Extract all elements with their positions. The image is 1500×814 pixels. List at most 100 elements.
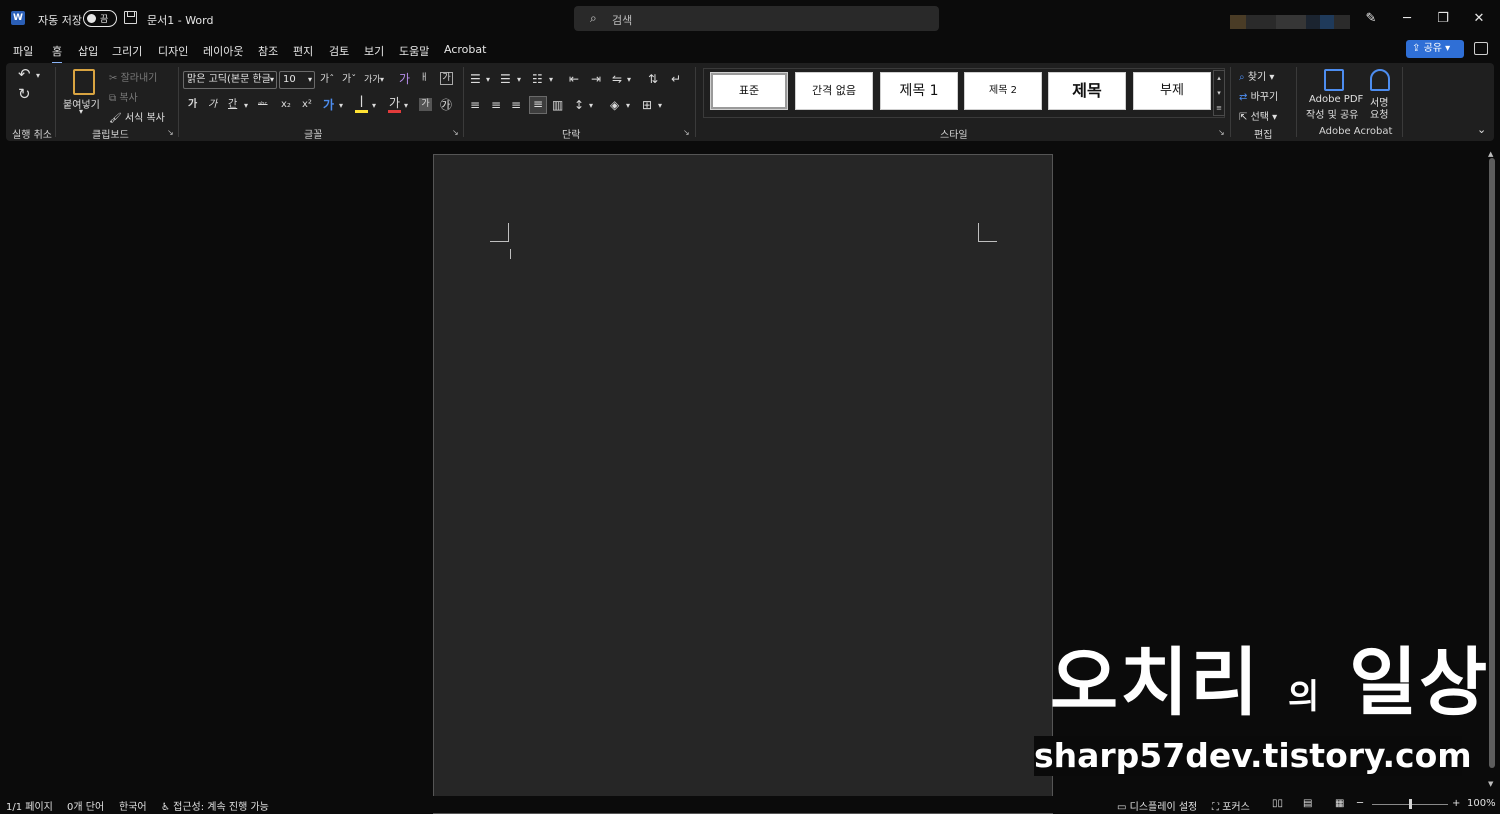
multilevel-list-icon[interactable]: ☷ <box>532 72 543 86</box>
style-heading-1[interactable]: 제목 1 <box>880 72 958 110</box>
select-button[interactable]: ⇱ 선택 ▾ <box>1239 108 1277 123</box>
align-center-icon[interactable]: ≡ <box>491 98 501 112</box>
tab-file[interactable]: 파일 <box>13 43 33 59</box>
chevron-down-icon[interactable]: ▾ <box>339 99 343 113</box>
zoom-in-button[interactable]: + <box>1452 798 1460 809</box>
phonetic-guide-icon[interactable]: ㅐ <box>420 71 428 85</box>
line-spacing-icon[interactable]: ↕ <box>574 98 584 112</box>
asian-layout-icon[interactable]: ⇋ <box>612 72 622 86</box>
borders-icon[interactable]: ⊞ <box>642 98 652 112</box>
numbering-icon[interactable]: ☰ <box>500 72 511 86</box>
sort-icon[interactable]: ⇅ <box>648 72 658 86</box>
page-count[interactable]: 1/1 페이지 <box>6 798 53 813</box>
distributed-icon[interactable]: ▥ <box>552 98 563 112</box>
enclose-chars-icon[interactable]: ㉮ <box>440 98 452 112</box>
chevron-down-icon[interactable]: ▾ <box>626 99 630 113</box>
tab-insert[interactable]: 삽입 <box>78 43 98 59</box>
word-count[interactable]: 0개 단어 <box>67 798 104 813</box>
align-right-icon[interactable]: ≡ <box>511 98 521 112</box>
clipboard-launcher-icon[interactable]: ↘ <box>167 128 174 137</box>
chevron-down-icon[interactable]: ▾ <box>372 99 376 113</box>
strikethrough-icon[interactable]: ᵃᵇᶜ <box>258 98 268 112</box>
create-pdf-icon[interactable] <box>1324 69 1344 91</box>
copy-button[interactable]: ⧉ 복사 <box>109 89 138 104</box>
web-layout-icon[interactable]: ▦ <box>1335 798 1344 809</box>
scrollbar-thumb[interactable] <box>1489 158 1495 768</box>
collapse-ribbon-icon[interactable]: ⌄ <box>1477 123 1486 136</box>
read-mode-icon[interactable]: ▯▯ <box>1272 798 1283 809</box>
chevron-down-icon[interactable]: ▾ <box>486 73 490 87</box>
style-heading-2[interactable]: 제목 2 <box>964 72 1042 110</box>
autosave-toggle[interactable]: 끔 <box>83 10 117 27</box>
minimize-button[interactable]: ─ <box>1392 8 1422 30</box>
tab-references[interactable]: 참조 <box>258 43 278 59</box>
paste-dropdown-icon[interactable]: ▾ <box>79 107 83 116</box>
font-name-combo[interactable]: 맑은 고딕(본문 한글 ▾ <box>183 71 277 89</box>
pen-icon[interactable]: ✎ <box>1356 8 1386 30</box>
bold-icon[interactable]: 가 <box>188 98 197 112</box>
change-case-icon[interactable]: 가가 <box>364 73 381 87</box>
chevron-down-icon[interactable]: ▾ <box>627 73 631 87</box>
align-left-icon[interactable]: ≡ <box>470 98 480 112</box>
tab-home[interactable]: 홈 <box>52 43 63 64</box>
redo-icon[interactable]: ↻ <box>18 87 31 102</box>
request-signature-icon[interactable] <box>1370 69 1390 91</box>
shrink-font-icon[interactable]: 가ˇ <box>342 73 356 87</box>
chevron-down-icon[interactable]: ▾ <box>380 73 384 87</box>
create-pdf-label-1[interactable]: Adobe PDF <box>1309 94 1363 105</box>
undo-icon[interactable]: ↶ <box>18 67 31 82</box>
share-button[interactable]: ⇪ 공유 ▾ <box>1406 40 1464 58</box>
tab-view[interactable]: 보기 <box>364 43 384 59</box>
increase-indent-icon[interactable]: ⇥ <box>591 72 601 86</box>
undo-dropdown-icon[interactable]: ▾ <box>36 69 40 83</box>
chevron-down-icon[interactable]: ▾ <box>549 73 553 87</box>
clear-format-icon[interactable]: 가 <box>399 72 410 86</box>
font-launcher-icon[interactable]: ↘ <box>452 128 459 137</box>
document-page[interactable] <box>433 154 1053 814</box>
scroll-down-icon[interactable]: ▼ <box>1488 780 1493 788</box>
style-no-spacing[interactable]: 간격 없음 <box>795 72 873 110</box>
char-shading-icon[interactable]: 가 <box>419 98 432 111</box>
sign-label-2[interactable]: 요청 <box>1370 106 1388 121</box>
tab-layout[interactable]: 레이아웃 <box>203 43 243 59</box>
paragraph-launcher-icon[interactable]: ↘ <box>683 128 690 137</box>
create-pdf-label-2[interactable]: 작성 및 공유 <box>1306 106 1358 121</box>
chevron-down-icon[interactable]: ▾ <box>244 99 248 113</box>
chevron-down-icon[interactable]: ▾ <box>658 99 662 113</box>
styles-scroll[interactable]: ▴ ▾ ≡ <box>1213 70 1225 116</box>
tab-mailings[interactable]: 편지 <box>293 43 313 59</box>
accessibility-status[interactable]: ♿ 접근성: 계속 진행 가능 <box>161 798 269 813</box>
display-settings-button[interactable]: ▭ 디스플레이 설정 <box>1117 798 1197 813</box>
cut-button[interactable]: ✂ 잘라내기 <box>109 69 157 84</box>
save-icon[interactable] <box>124 11 137 24</box>
tab-draw[interactable]: 그리기 <box>112 43 142 59</box>
tab-acrobat[interactable]: Acrobat <box>444 43 486 56</box>
close-button[interactable]: ✕ <box>1464 8 1494 30</box>
font-size-combo[interactable]: 10 ▾ <box>279 71 315 89</box>
print-layout-icon[interactable]: ▤ <box>1303 798 1312 809</box>
shading-icon[interactable]: ◈ <box>610 98 619 112</box>
zoom-slider-thumb[interactable] <box>1409 799 1412 809</box>
scroll-up-icon[interactable]: ▲ <box>1488 150 1493 158</box>
chevron-down-icon[interactable]: ▾ <box>589 99 593 113</box>
font-color-icon[interactable]: 가 <box>388 96 401 113</box>
bullets-icon[interactable]: ☰ <box>470 72 481 86</box>
superscript-icon[interactable]: x² <box>302 98 312 112</box>
highlight-icon[interactable]: ꟾ <box>355 96 368 113</box>
restore-button[interactable]: ❐ <box>1428 8 1458 30</box>
justify-icon[interactable]: ≡ <box>529 96 547 114</box>
show-marks-icon[interactable]: ↵ <box>671 72 681 86</box>
search-box[interactable]: ⌕ 검색 <box>574 6 939 31</box>
chevron-down-icon[interactable]: ▾ <box>517 73 521 87</box>
paste-icon[interactable] <box>73 69 95 95</box>
style-subtitle[interactable]: 부제 <box>1133 72 1211 110</box>
decrease-indent-icon[interactable]: ⇤ <box>569 72 579 86</box>
text-effects-icon[interactable]: 가 <box>323 98 334 112</box>
chevron-down-icon[interactable]: ▾ <box>404 99 408 113</box>
style-title[interactable]: 제목 <box>1048 72 1126 110</box>
char-border-icon[interactable]: 가 <box>440 72 453 85</box>
style-normal[interactable]: 표준 <box>710 72 788 110</box>
zoom-level[interactable]: 100% <box>1467 798 1496 809</box>
underline-icon[interactable]: 간 <box>228 98 237 112</box>
italic-icon[interactable]: 가 <box>208 98 217 112</box>
